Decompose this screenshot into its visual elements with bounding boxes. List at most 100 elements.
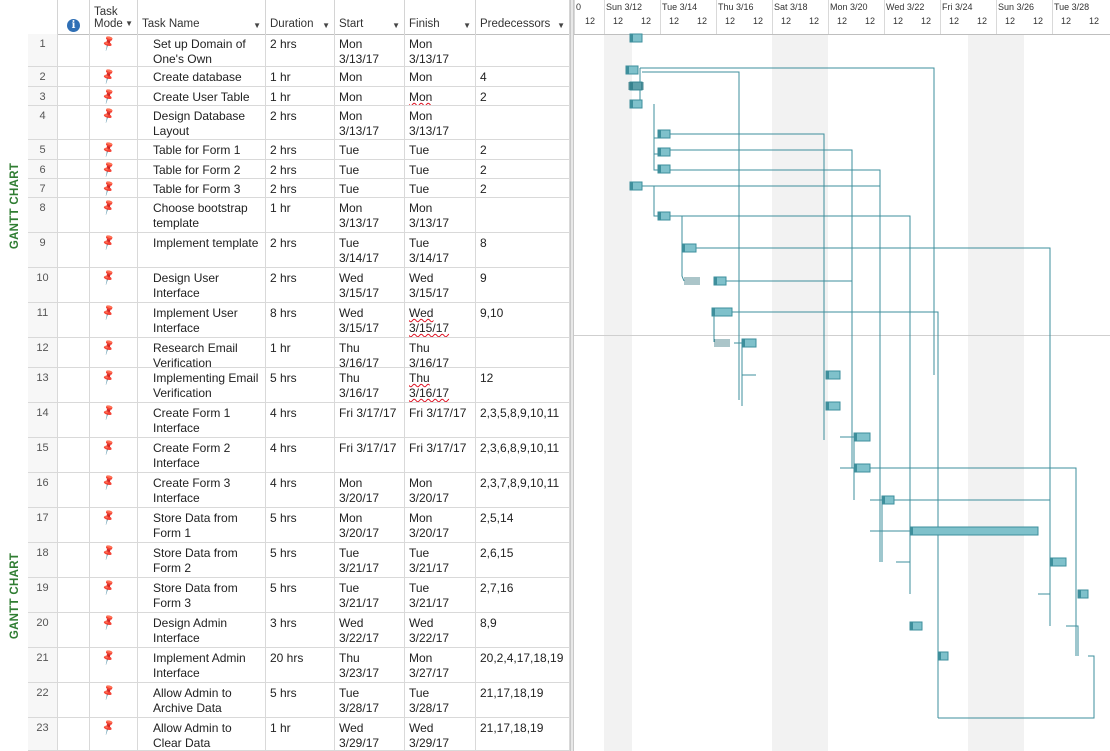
finish-cell[interactable]: Tue 3/14/17	[405, 233, 476, 267]
finish-cell[interactable]: Wed 3/29/17	[405, 718, 476, 750]
duration-cell[interactable]: 5 hrs	[266, 578, 335, 612]
duration-cell[interactable]: 2 hrs	[266, 140, 335, 159]
predecessors-cell[interactable]: 2,3,7,8,9,10,11	[476, 473, 570, 507]
finish-cell[interactable]: Mon 3/20/17	[405, 508, 476, 542]
start-cell[interactable]: Tue 3/14/17	[335, 160, 405, 178]
start-cell[interactable]: Wed 3/15/17	[335, 268, 405, 302]
indicator-cell[interactable]	[58, 160, 90, 178]
task-bar-start-marker[interactable]	[712, 308, 715, 316]
table-row[interactable]: 22 📌 Allow Admin to Archive Data 5 hrs Tue 3…	[28, 683, 570, 718]
predecessors-cell[interactable]: 8,9	[476, 613, 570, 647]
predecessors-cell[interactable]: 2	[476, 87, 570, 105]
row-id-cell[interactable]: 8	[28, 198, 58, 232]
chevron-down-icon[interactable]: ▼	[253, 21, 261, 30]
task-bar-start-marker[interactable]	[938, 652, 941, 660]
row-id-cell[interactable]: 22	[28, 683, 58, 717]
duration-cell[interactable]: 2 hrs	[266, 233, 335, 267]
indicator-cell[interactable]	[58, 473, 90, 507]
start-cell[interactable]: Mon 3/13/17	[335, 34, 405, 66]
finish-cell[interactable]: Tue 3/28/17	[405, 683, 476, 717]
task-name-cell[interactable]: Implementing Email Verification	[138, 368, 266, 402]
finish-cell[interactable]: Tue 3/14/17	[405, 179, 476, 197]
finish-cell[interactable]: Tue 3/21/17	[405, 578, 476, 612]
task-bar-start-marker[interactable]	[630, 100, 633, 108]
duration-cell[interactable]: 1 hr	[266, 67, 335, 86]
indicator-cell[interactable]	[58, 34, 90, 66]
row-id-cell[interactable]: 17	[28, 508, 58, 542]
chevron-down-icon[interactable]: ▼	[392, 21, 400, 30]
predecessors-cell[interactable]: 8	[476, 233, 570, 267]
row-id-cell[interactable]: 12	[28, 338, 58, 367]
table-row[interactable]: 2📌Create database1 hrMon 3/13/17Mon 3/13…	[28, 67, 570, 87]
task-mode-cell[interactable]: 📌	[90, 303, 138, 337]
header-task-mode[interactable]: Task Mode ▼	[90, 0, 138, 34]
row-id-cell[interactable]: 11	[28, 303, 58, 337]
start-cell[interactable]: Mon 3/13/17	[335, 106, 405, 139]
table-row[interactable]: 9 📌 Implement template 2 hrs Tue 3/14/17 Tue …	[28, 233, 570, 268]
task-mode-cell[interactable]: 📌	[90, 34, 138, 66]
table-row[interactable]: 16 📌 Create Form 3 Interface 4 hrs Mon 3/20/…	[28, 473, 570, 508]
task-mode-cell[interactable]: 📌	[90, 473, 138, 507]
predecessors-cell[interactable]: 4	[476, 67, 570, 86]
duration-cell[interactable]: 8 hrs	[266, 303, 335, 337]
header-predecessors[interactable]: Predecessors ▼	[476, 0, 570, 34]
start-cell[interactable]: Mon 3/13/17	[335, 67, 405, 86]
predecessors-cell[interactable]: 2,3,6,8,9,10,11	[476, 438, 570, 472]
table-row[interactable]: 6📌Table for Form 22 hrsTue 3/14/17Tue 3/…	[28, 160, 570, 179]
task-mode-cell[interactable]: 📌	[90, 268, 138, 302]
task-bar-start-marker[interactable]	[658, 130, 661, 138]
predecessors-cell[interactable]	[476, 34, 570, 66]
finish-cell[interactable]: Mon 3/13/17	[405, 106, 476, 139]
indicator-cell[interactable]	[58, 268, 90, 302]
task-name-cell[interactable]: Create User Table	[138, 87, 266, 105]
table-row[interactable]: 11 📌 Implement User Interface 8 hrs Wed 3/15…	[28, 303, 570, 338]
task-name-cell[interactable]: Implement template	[138, 233, 266, 267]
task-name-cell[interactable]: Store Data from Form 1	[138, 508, 266, 542]
task-mode-cell[interactable]: 📌	[90, 198, 138, 232]
task-mode-cell[interactable]: 📌	[90, 648, 138, 682]
finish-cell[interactable]: Mon 3/20/17	[405, 473, 476, 507]
table-row[interactable]: 17 📌 Store Data from Form 15 hrs Mon 3/20/1…	[28, 508, 570, 543]
start-cell[interactable]: Thu 3/23/17	[335, 648, 405, 682]
duration-cell[interactable]: 4 hrs	[266, 438, 335, 472]
finish-cell[interactable]: Tue 3/14/17	[405, 160, 476, 178]
task-mode-cell[interactable]: 📌	[90, 613, 138, 647]
predecessors-cell[interactable]: 20,2,4,17,18,19	[476, 648, 570, 682]
chevron-down-icon[interactable]: ▼	[463, 21, 471, 30]
predecessors-cell[interactable]: 2,7,16	[476, 578, 570, 612]
finish-cell[interactable]: Tue 3/21/17	[405, 543, 476, 577]
row-id-cell[interactable]: 3	[28, 87, 58, 105]
row-id-cell[interactable]: 1	[28, 34, 58, 66]
predecessors-cell[interactable]: 12	[476, 368, 570, 402]
task-mode-cell[interactable]: 📌	[90, 683, 138, 717]
finish-cell[interactable]: Mon 3/27/17	[405, 648, 476, 682]
predecessors-cell[interactable]	[476, 338, 570, 367]
task-name-cell[interactable]: Create Form 3 Interface	[138, 473, 266, 507]
duration-cell[interactable]: 5 hrs	[266, 368, 335, 402]
task-bar-start-marker[interactable]	[630, 34, 633, 42]
task-mode-cell[interactable]: 📌	[90, 106, 138, 139]
duration-cell[interactable]: 4 hrs	[266, 473, 335, 507]
table-row[interactable]: 13 📌 Implementing Email Verification 5 hrs T…	[28, 368, 570, 403]
task-name-cell[interactable]: Table for Form 2	[138, 160, 266, 178]
indicator-cell[interactable]	[58, 718, 90, 750]
task-bar-start-marker[interactable]	[910, 527, 913, 535]
task-mode-cell[interactable]: 📌	[90, 403, 138, 437]
start-cell[interactable]: Tue 3/21/17	[335, 578, 405, 612]
predecessors-cell[interactable]: 2,6,15	[476, 543, 570, 577]
finish-cell[interactable]: Fri 3/17/17	[405, 403, 476, 437]
predecessors-cell[interactable]: 9	[476, 268, 570, 302]
task-bar-start-marker[interactable]	[626, 66, 629, 74]
task-bar-start-marker[interactable]	[630, 182, 633, 190]
duration-cell[interactable]: 20 hrs	[266, 648, 335, 682]
table-row[interactable]: 18 📌 Store Data from Form 25 hrs Tue 3/21/1…	[28, 543, 570, 578]
task-bar-start-marker[interactable]	[826, 371, 829, 379]
finish-cell[interactable]: Wed 3/22/17	[405, 613, 476, 647]
table-row[interactable]: 4 📌 Design Database Layout 2 hrs Mon 3/13/17…	[28, 106, 570, 140]
predecessors-cell[interactable]: 2,3,5,8,9,10,11	[476, 403, 570, 437]
start-cell[interactable]: Mon 3/20/17	[335, 508, 405, 542]
row-id-cell[interactable]: 16	[28, 473, 58, 507]
finish-cell[interactable]: Thu 3/16/17	[405, 338, 476, 367]
table-row[interactable]: 8 📌 Choose bootstrap template 1 hr Mon 3/13/…	[28, 198, 570, 233]
duration-cell[interactable]: 1 hr	[266, 87, 335, 105]
